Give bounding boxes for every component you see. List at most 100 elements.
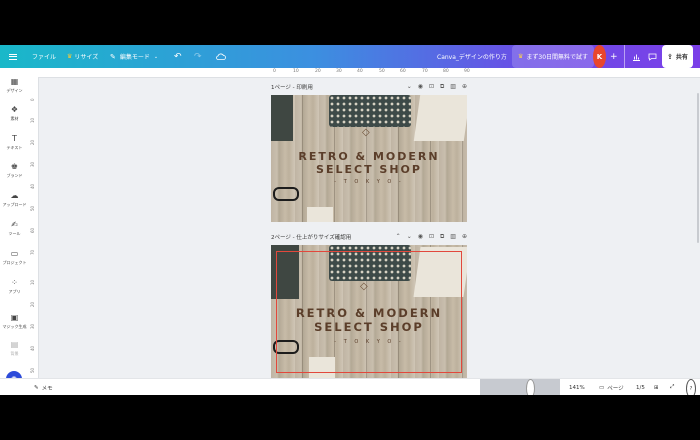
sidebar-item-label: アップロード: [2, 202, 27, 207]
grid-view-icon[interactable]: ⊞: [654, 379, 659, 395]
page-title[interactable]: 1ページ - 印刷用: [271, 83, 407, 91]
pages-button[interactable]: ▭ ページ: [599, 379, 624, 395]
sidebar-item-label: 素材: [10, 116, 19, 121]
zoom-slider[interactable]: [480, 379, 560, 395]
horizontal-ruler: 0 10 20 30 40 50 60 70 80 90: [29, 68, 700, 78]
ruler-tick-label: 20: [30, 139, 35, 145]
background-icon: ▤: [10, 340, 19, 349]
sidebar-item-apps[interactable]: ⁘ アプリ: [0, 278, 29, 295]
add-collaborator-icon[interactable]: +: [610, 45, 618, 68]
share-button[interactable]: ⇪ 共有: [662, 45, 693, 68]
sidebar-item-text[interactable]: T テキスト: [0, 134, 29, 151]
edit-mode-dropdown[interactable]: ✎ 編集モード ⌄: [110, 45, 158, 68]
sidebar-item-label: ブランド: [6, 173, 23, 178]
pencil-icon: ✎: [34, 384, 39, 391]
chevron-down-icon[interactable]: ⌄: [407, 83, 412, 91]
free-trial-button[interactable]: ♛ まず30日間無料で試す: [512, 45, 595, 68]
comment-icon[interactable]: [648, 45, 657, 68]
edit-mode-label: 編集モード: [119, 54, 150, 61]
eye-icon[interactable]: ◉: [418, 233, 423, 241]
sidebar-item-background[interactable]: ▤ 背景: [0, 340, 29, 357]
insights-icon[interactable]: [632, 45, 641, 68]
document-title[interactable]: Canva_デザインの作り方: [437, 45, 507, 68]
duplicate-icon[interactable]: ⧉: [440, 233, 444, 241]
cloud-saved-icon[interactable]: [216, 45, 226, 68]
ruler-tick-label: 40: [30, 345, 35, 351]
page-tools: ⌄ ◉ ⊡ ⧉ ▥ ⊕: [407, 83, 467, 91]
ruler-tick-label: 50: [30, 205, 35, 211]
notes-button[interactable]: ✎ メモ: [34, 379, 53, 395]
typewriter-image: [329, 95, 411, 127]
upload-icon: ⇪: [667, 52, 673, 61]
page-count[interactable]: 1/5: [636, 379, 645, 395]
menu-icon[interactable]: [9, 45, 19, 68]
ruler-tick-label: 30: [30, 161, 35, 167]
shop-title-line1: RETRO & MODERN: [298, 150, 440, 163]
lock-icon[interactable]: ⊡: [429, 233, 434, 241]
ruler-tick-label: 30: [30, 323, 35, 329]
paper-image: [413, 95, 467, 141]
chevron-up-icon[interactable]: ⌃: [396, 233, 401, 241]
sidebar-item-label: デザイン: [6, 88, 23, 93]
sidebar-item-label: 背景: [10, 351, 19, 356]
upload-icon: ☁: [10, 191, 19, 200]
ruler-tick-label: 10: [30, 117, 35, 123]
page-title[interactable]: 2ページ - 仕上がりサイズ確認用: [271, 233, 396, 241]
sidebar-item-magic-media[interactable]: ▣ マジック生成: [0, 313, 29, 330]
help-icon[interactable]: ?: [686, 379, 696, 395]
ruler-tick-label: 40: [30, 183, 35, 189]
undo-icon[interactable]: ↶: [174, 45, 182, 68]
sidebar-item-design[interactable]: ▦ デザイン: [0, 77, 29, 94]
zoom-slider-handle[interactable]: [526, 379, 536, 395]
ruler-tick-label: 10: [30, 279, 35, 285]
file-menu[interactable]: ファイル: [32, 45, 56, 68]
trash-icon[interactable]: ▥: [450, 233, 456, 241]
sidebar-item-elements[interactable]: ❖ 素材: [0, 105, 29, 122]
pencil-icon: ✎: [110, 52, 116, 61]
add-page-icon[interactable]: ⊕: [462, 233, 467, 241]
layout-icon: ▦: [10, 77, 19, 86]
ruler-tick-label: 30: [336, 69, 342, 74]
glasses-image: [273, 187, 299, 201]
ruler-tick-label: 90: [464, 69, 470, 74]
resize-label: リサイズ: [74, 54, 99, 61]
resize-button[interactable]: ♛ リサイズ: [67, 45, 98, 68]
eye-icon[interactable]: ◉: [418, 83, 423, 91]
shop-title-line2: SELECT SHOP: [316, 163, 422, 176]
avatar[interactable]: K: [593, 45, 606, 68]
crown-icon: ♛: [518, 53, 524, 60]
sidebar-item-tools[interactable]: ✍ ツール: [0, 220, 29, 237]
text-icon: T: [12, 134, 17, 143]
sidebar: ▦ デザイン ❖ 素材 T テキスト ♚ ブランド ☁ アップロード ✍ ツール ▭ プロジェ…: [0, 68, 30, 395]
top-toolbar: ファイル ♛ リサイズ ✎ 編集モード ⌄ ↶ ↷ Canva_デザインの作り方 ♛ ま…: [0, 45, 700, 68]
page-canvas[interactable]: ◇ RETRO & MODERN SELECT SHOP - T O K Y O…: [271, 245, 467, 378]
vertical-scrollbar[interactable]: [697, 93, 699, 243]
lock-icon[interactable]: ⊡: [429, 83, 434, 91]
share-label: 共有: [675, 54, 688, 61]
crown-icon: ♛: [67, 53, 73, 60]
sidebar-item-projects[interactable]: ▭ プロジェクト: [0, 249, 29, 266]
trash-icon[interactable]: ▥: [450, 83, 456, 91]
ruler-tick-label: 60: [400, 69, 406, 74]
trim-guide: [276, 251, 462, 373]
page-tools: ⌃ ⌄ ◉ ⊡ ⧉ ▥ ⊕: [396, 233, 467, 241]
sidebar-item-label: テキスト: [6, 145, 23, 150]
ruler-tick-label: 70: [30, 249, 35, 255]
fullscreen-icon[interactable]: ⤢: [670, 379, 674, 395]
add-page-icon[interactable]: ⊕: [462, 83, 467, 91]
book-image: [271, 95, 293, 141]
sidebar-item-uploads[interactable]: ☁ アップロード: [0, 191, 29, 208]
ruler-tick-label: 50: [30, 367, 35, 373]
diamond-icon: ◇: [362, 127, 370, 138]
magic-media-icon: ▣: [10, 313, 19, 322]
zoom-level[interactable]: 141%: [569, 379, 585, 395]
sidebar-item-brand[interactable]: ♚ ブランド: [0, 162, 29, 179]
bottom-toolbar: ✎ メモ 141% ▭ ページ 1/5 ⊞ ⤢ ?: [0, 378, 700, 395]
chevron-down-icon[interactable]: ⌄: [407, 233, 412, 241]
sidebar-item-label: アプリ: [8, 289, 21, 294]
redo-icon[interactable]: ↷: [194, 45, 202, 68]
duplicate-icon[interactable]: ⧉: [440, 83, 444, 91]
page-canvas[interactable]: ◇ RETRO & MODERN SELECT SHOP - T O K Y O…: [271, 95, 467, 222]
toolbar-divider: [624, 45, 625, 68]
notes-label: メモ: [41, 385, 53, 392]
